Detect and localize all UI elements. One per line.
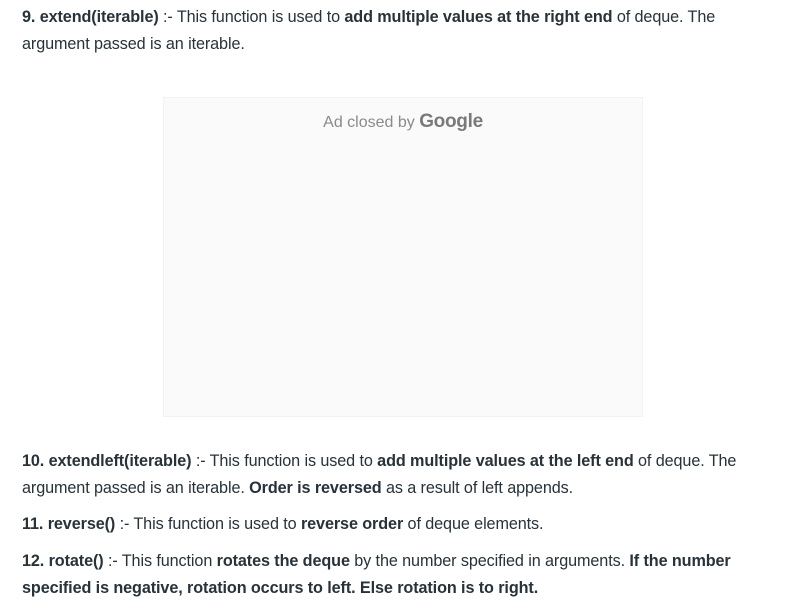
bold-text: reverse order [300,515,404,533]
body-text: :- This function is used to [158,8,345,26]
bold-text: 11. reverse() [22,515,116,533]
bold-text: Order is reversed [249,479,382,497]
body-text: :- This function [103,552,217,570]
body-text: as a result of left appends. [381,479,574,497]
bold-text: 12. rotate() [22,552,104,570]
method-item-extend: 9. extend(iterable) :- This function is … [22,4,774,58]
body-text: :- This function is used to [191,452,378,470]
ad-placeholder: Ad closed by Google [163,97,643,417]
ad-closed-label: Ad closed by Google [164,110,642,135]
bold-text: 10. extendleft(iterable) [22,452,192,470]
body-text: by the number specified in arguments. [349,552,630,570]
bold-text: add multiple values at the right end [344,8,613,26]
method-item-rotate: 12. rotate() :- This function rotates th… [22,548,774,602]
body-text: :- This function is used to [115,515,301,533]
method-item-extendleft: 10. extendleft(iterable) :- This functio… [22,448,774,502]
bold-text: rotates the deque [216,552,350,570]
bold-text: add multiple values at the left end [377,452,634,470]
ad-closed-text: Ad closed by [323,114,420,131]
method-item-reverse: 11. reverse() :- This function is used t… [22,511,774,538]
body-text: of deque elements. [403,515,544,533]
google-logo-text: Google [419,111,483,132]
bold-text: 9. extend(iterable) [22,8,159,26]
